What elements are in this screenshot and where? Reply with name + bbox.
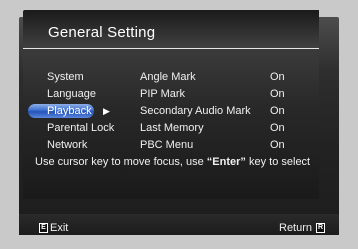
option-pbc-menu-value[interactable]: On [270,138,285,152]
option-secondary-audio-mark[interactable]: Secondary Audio Mark [140,104,251,118]
option-angle-mark[interactable]: Angle Mark [140,70,196,84]
option-pbc-menu[interactable]: PBC Menu [140,138,193,152]
selection-arrow-icon: ▶ [103,106,110,116]
menu-item-system[interactable]: System [47,70,84,84]
option-last-memory-value[interactable]: On [270,121,285,135]
page-title: General Setting [48,24,156,41]
option-pip-mark-value[interactable]: On [270,87,285,101]
return-key-icon: R [316,223,325,233]
menu-item-playback[interactable]: Playback [28,104,94,118]
menu-item-network[interactable]: Network [47,138,87,152]
menu-item-language[interactable]: Language [47,87,96,101]
exit-key-icon: E [39,223,48,233]
option-last-memory[interactable]: Last Memory [140,121,204,135]
option-secondary-audio-mark-value[interactable]: On [270,104,285,118]
menu-item-parental-lock[interactable]: Parental Lock [47,121,114,135]
return-label[interactable]: Return [279,222,312,234]
help-text-enter-key: “Enter” [206,156,246,168]
exit-label[interactable]: Exit [50,222,68,234]
option-pip-mark[interactable]: PIP Mark [140,87,185,101]
help-text: Use cursor key to move focus, use “Enter… [35,156,315,168]
option-angle-mark-value[interactable]: On [270,70,285,84]
title-divider [23,48,319,49]
help-text-part1: Use cursor key to move focus, use [35,156,207,168]
help-text-part2: key to select [245,156,311,168]
